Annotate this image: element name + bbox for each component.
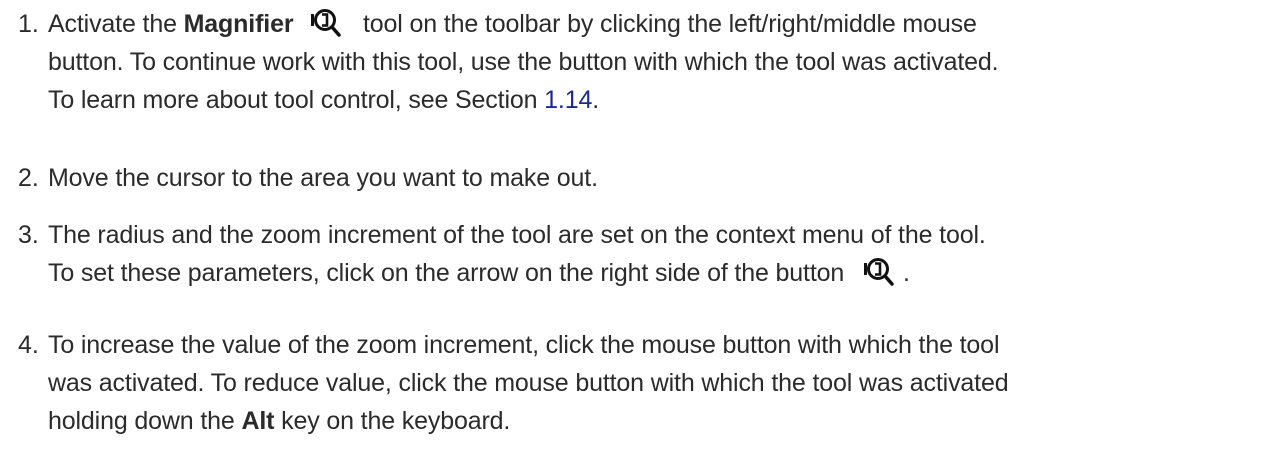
text-run: key on the keyboard. bbox=[274, 407, 511, 435]
step-4-line-1: To increase the value of the zoom increm… bbox=[48, 331, 1000, 359]
step-number: 1. bbox=[18, 10, 39, 38]
text-run: holding down the bbox=[48, 407, 242, 435]
step-text: The radius and the zoom increment of the… bbox=[48, 216, 1263, 292]
step-text: Move the cursor to the area you want to … bbox=[48, 159, 1263, 197]
step-3-line-2: To set these parameters, click on the ar… bbox=[48, 254, 1263, 292]
tool-name: Magnifier bbox=[183, 10, 294, 38]
step-number: 4. bbox=[18, 331, 39, 359]
magnifier-icon bbox=[308, 4, 344, 40]
section-link[interactable]: 1.14 bbox=[544, 86, 592, 114]
text-run: . bbox=[902, 259, 910, 287]
step-1-line-3: To learn more about tool control, see Se… bbox=[48, 81, 1263, 119]
text-run: To set these parameters, click on the ar… bbox=[48, 259, 845, 287]
step-4-line-3: holding down the Alt key on the keyboard… bbox=[48, 402, 1263, 440]
text-run: tool on the toolbar by clicking the left… bbox=[363, 10, 977, 38]
step-4-line-2: was activated. To reduce value, click th… bbox=[48, 369, 1009, 397]
step-text: Activate the Magnifier tool on the toolb… bbox=[48, 5, 1263, 119]
magnifier-icon bbox=[861, 253, 897, 289]
step-3-line-1: The radius and the zoom increment of the… bbox=[48, 221, 986, 249]
step-2-line-1: Move the cursor to the area you want to … bbox=[48, 164, 598, 192]
text-run: To learn more about tool control, see Se… bbox=[48, 86, 545, 115]
step-text: To increase the value of the zoom increm… bbox=[48, 326, 1263, 440]
step-1-line-2: button. To continue work with this tool,… bbox=[48, 48, 999, 77]
text-run: Activate the bbox=[48, 10, 184, 38]
key-name: Alt bbox=[241, 407, 275, 435]
step-1-line-1: Activate the Magnifier tool on the toolb… bbox=[48, 5, 1263, 43]
step-number: 2. bbox=[18, 164, 39, 192]
step-number: 3. bbox=[18, 221, 39, 249]
text-run: . bbox=[592, 86, 600, 115]
